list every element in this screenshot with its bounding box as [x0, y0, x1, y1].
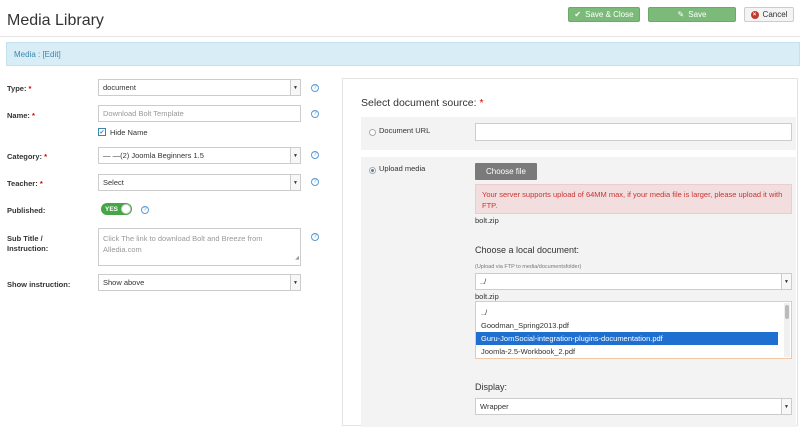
teacher-select[interactable]: Select ▼ — [98, 174, 301, 191]
type-select[interactable]: document ▼ — [98, 79, 301, 96]
folder-value: ../ — [480, 277, 487, 286]
type-label: Type: * — [7, 84, 32, 93]
check-icon: ✔ — [574, 9, 582, 19]
subtitle-label-line2: Instruction: — [7, 244, 49, 253]
upload-media-row: Upload media Choose file Your server sup… — [361, 157, 796, 427]
name-input[interactable]: Download Bolt Template — [98, 105, 301, 122]
subtitle-label-line1: Sub Title / — [7, 234, 43, 243]
source-title: Select document source: * — [361, 97, 484, 109]
cancel-button[interactable]: × Cancel — [744, 7, 794, 22]
help-icon[interactable]: ? — [311, 84, 319, 92]
page-title: Media Library — [7, 12, 104, 29]
upload-media-radio[interactable] — [369, 167, 376, 174]
document-url-row: Document URL — [361, 117, 796, 150]
toggle-knob — [121, 204, 131, 214]
published-value: YES — [105, 205, 119, 213]
document-source-panel: Select document source: * Document URL U… — [342, 78, 798, 427]
chevron-down-icon: ▼ — [781, 399, 791, 414]
name-label: Name: * — [7, 111, 35, 120]
cancel-icon: × — [750, 10, 759, 19]
header-divider — [0, 36, 800, 37]
chevron-down-icon: ▼ — [290, 175, 300, 190]
show-instruction-label: Show instruction: — [7, 280, 71, 289]
category-label: Category: * — [7, 152, 48, 161]
document-url-radio[interactable] — [369, 129, 376, 136]
help-icon[interactable]: ? — [311, 151, 319, 159]
save-close-button[interactable]: ✔ Save & Close — [568, 7, 640, 22]
list-item[interactable]: Joomla-2.5-Workbook_2.pdf — [476, 345, 778, 358]
subtitle-textarea[interactable]: Click The link to download Bolt and Bree… — [98, 228, 301, 266]
scroll-thumb[interactable] — [785, 305, 789, 319]
save-close-label: Save & Close — [585, 10, 634, 19]
edit-info-bar: Media : [Edit] — [6, 42, 800, 66]
hide-name-checkbox[interactable]: ✔ — [98, 128, 106, 136]
list-item-selected[interactable]: Guru-JomSocial-integration-plugins-docum… — [476, 332, 778, 345]
help-icon[interactable]: ? — [311, 233, 319, 241]
chevron-down-icon: ▼ — [290, 148, 300, 163]
chevron-down-icon: ▼ — [290, 275, 300, 290]
folder-select[interactable]: ../ ▼ — [475, 273, 792, 290]
chevron-down-icon: ▼ — [781, 274, 791, 289]
cancel-label: Cancel — [762, 10, 788, 19]
show-instruction-select[interactable]: Show above ▼ — [98, 274, 301, 291]
list-scrollbar[interactable] — [784, 303, 790, 357]
edit-info-text: Media : [Edit] — [14, 49, 61, 59]
list-item[interactable]: Goodman_Spring2013.pdf — [476, 319, 778, 332]
display-select[interactable]: Wrapper ▼ — [475, 398, 792, 415]
display-label: Display: — [475, 382, 508, 392]
document-url-input[interactable] — [475, 123, 792, 141]
category-select[interactable]: — —(2) Joomla Beginners 1.5 ▼ — [98, 147, 301, 164]
choose-file-button[interactable]: Choose file — [475, 163, 537, 180]
uploaded-file-name: bolt.zip — [475, 216, 499, 225]
published-label: Published: — [7, 206, 46, 215]
save-button[interactable]: ✎ Save — [648, 7, 736, 22]
chevron-down-icon: ▼ — [290, 80, 300, 95]
show-instruction-value: Show above — [103, 278, 145, 287]
help-icon[interactable]: ? — [141, 206, 149, 214]
teacher-label: Teacher: * — [7, 179, 43, 188]
hide-name-label: Hide Name — [110, 128, 148, 137]
subtitle-placeholder: Click The link to download Bolt and Bree… — [103, 234, 263, 254]
save-label: Save — [688, 10, 707, 19]
choose-local-label: Choose a local document: — [475, 245, 580, 255]
published-toggle[interactable]: YES — [101, 203, 132, 215]
upload-media-label: Upload media — [379, 164, 426, 173]
help-icon[interactable]: ? — [311, 110, 319, 118]
upload-size-alert: Your server supports upload of 64MM max,… — [475, 184, 792, 214]
list-item[interactable]: ../ — [476, 306, 778, 319]
document-url-label: Document URL — [379, 126, 431, 135]
help-icon[interactable]: ? — [311, 178, 319, 186]
ftp-hint: (Upload via FTP to media/documentsfolder… — [475, 264, 582, 270]
local-document-list[interactable]: ../ Goodman_Spring2013.pdf Guru-JomSocia… — [475, 301, 792, 359]
type-value: document — [103, 83, 136, 92]
toolbar: ✔ Save & Close ✎ Save × Cancel — [568, 7, 794, 22]
display-value: Wrapper — [480, 402, 509, 411]
resize-grip-icon[interactable]: ◢ — [295, 253, 299, 264]
category-value: — —(2) Joomla Beginners 1.5 — [103, 151, 204, 160]
teacher-value: Select — [103, 178, 124, 187]
edit-icon: ✎ — [677, 9, 685, 19]
selected-file-name: bolt.zip — [475, 292, 499, 301]
